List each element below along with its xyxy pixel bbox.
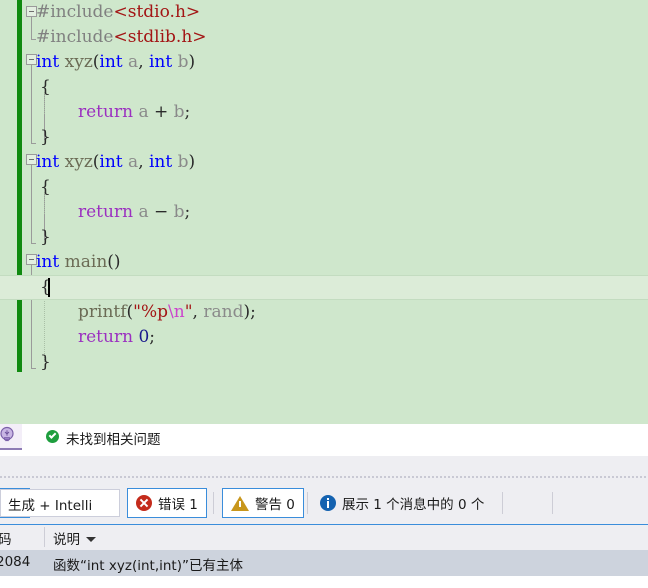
token-keyword-int: int <box>36 52 60 72</box>
token-paren-close: ) <box>188 152 196 172</box>
token-literal-zero: 0 <box>138 327 150 347</box>
token-include-directive: #include <box>36 27 114 47</box>
token-paren-close: ) <box>188 52 196 72</box>
cell-code: 2084 <box>0 554 31 570</box>
intellisense-status-strip: 未找到相关问题 <box>0 424 648 457</box>
column-header-code[interactable]: 码 <box>0 528 12 548</box>
column-divider[interactable] <box>44 527 45 547</box>
warning-triangle-icon <box>231 495 249 511</box>
token-header-stdlib: <stdlib.h> <box>113 27 207 47</box>
token-keyword-int: int <box>36 152 60 172</box>
token-keyword-return: return <box>78 202 134 222</box>
token-comma: , <box>138 152 149 172</box>
code-line[interactable]: return 0; <box>0 325 648 350</box>
code-line[interactable]: } <box>0 350 648 375</box>
intellisense-message: 未找到相关问题 <box>66 432 161 448</box>
token-keyword-int: int <box>149 52 173 72</box>
code-line-current[interactable]: { <box>0 275 648 300</box>
errors-toggle-label: 错误 1 <box>158 497 198 513</box>
token-header-stdio: <stdio.h> <box>113 2 201 22</box>
token-include-directive: #include <box>36 2 114 22</box>
token-format-string: "%p <box>133 302 169 322</box>
token-keyword-int: int <box>99 52 123 72</box>
code-line[interactable]: return a + b; <box>0 100 648 125</box>
toolbar-separator <box>213 492 214 514</box>
token-param-b: b <box>173 102 185 122</box>
token-semicolon: ; <box>184 102 191 122</box>
token-param-b: b <box>177 152 189 172</box>
token-keyword-return: return <box>78 327 134 347</box>
token-brace-close: } <box>40 127 51 147</box>
code-line[interactable]: printf("%p\n", rand); <box>0 300 648 325</box>
table-row[interactable]: 2084 函数“int xyz(int,int)”已有主体 <box>0 550 648 576</box>
code-line[interactable]: int xyz(int a, int b) <box>0 150 648 175</box>
token-semicolon: ; <box>184 202 191 222</box>
token-parens: () <box>107 252 121 272</box>
token-comma: , <box>192 302 204 322</box>
code-text-area[interactable]: #include<stdio.h> #include<stdlib.h> int… <box>0 0 648 424</box>
token-function-xyz: xyz <box>64 52 93 72</box>
code-line[interactable]: return a − b; <box>0 200 648 225</box>
token-param-a: a <box>128 52 139 72</box>
ok-check-icon <box>46 430 59 443</box>
text-caret <box>48 278 50 297</box>
lightbulb-intellisense-icon[interactable] <box>0 424 22 450</box>
token-function-main: main <box>64 252 108 272</box>
code-line[interactable]: #include<stdio.h> <box>0 0 648 25</box>
info-circle-icon <box>320 495 336 511</box>
panel-splitter[interactable] <box>0 476 648 478</box>
messages-toggle-button[interactable]: 展示 1 个消息中的 0 个 <box>313 488 491 518</box>
token-param-a: a <box>128 152 139 172</box>
token-brace-close: } <box>40 352 51 372</box>
token-brace-open: { <box>40 177 51 197</box>
code-line[interactable]: { <box>0 75 648 100</box>
warnings-toggle-label: 警告 0 <box>255 497 295 513</box>
code-line[interactable]: #include<stdlib.h> <box>0 25 648 50</box>
toolbar-separator <box>552 492 553 514</box>
sort-descending-icon[interactable] <box>86 537 96 542</box>
token-function-xyz: xyz <box>64 152 93 172</box>
token-brace-close: } <box>40 227 51 247</box>
errors-toggle-button[interactable]: 错误 1 <box>127 488 207 518</box>
cell-description: 函数“int xyz(int,int)”已有主体 <box>53 558 243 574</box>
toolbar-separator <box>502 492 503 514</box>
token-operator-plus: + <box>148 102 174 122</box>
code-editor[interactable]: #include<stdio.h> #include<stdlib.h> int… <box>0 0 648 424</box>
token-param-a: a <box>138 202 149 222</box>
error-list-column-headers[interactable]: 码 说明 <box>0 524 648 551</box>
code-line[interactable]: } <box>0 125 648 150</box>
column-header-description[interactable]: 说明 <box>53 528 80 548</box>
token-comma: , <box>138 52 149 72</box>
token-identifier-rand: rand <box>203 302 244 322</box>
token-paren-close-semicolon: ); <box>243 302 256 322</box>
token-param-a: a <box>138 102 149 122</box>
build-filter-value: 生成 + Intelli <box>8 498 93 514</box>
error-circle-icon <box>136 495 152 511</box>
build-filter-dropdown[interactable]: 生成 + Intelli <box>0 489 120 517</box>
token-escape-newline: \n <box>168 302 185 322</box>
error-list-empty-area <box>0 576 648 588</box>
code-line[interactable]: int main() <box>0 250 648 275</box>
error-list-toolbar[interactable]: 方案 错误 1 警告 0 展示 1 个消息中的 0 个 生成 + Intelli <box>0 484 648 522</box>
token-keyword-int: int <box>99 152 123 172</box>
token-function-printf: printf <box>78 302 127 322</box>
token-keyword-return: return <box>78 102 134 122</box>
token-keyword-int: int <box>149 152 173 172</box>
token-brace-open: { <box>40 77 51 97</box>
token-param-b: b <box>173 202 185 222</box>
toolbar-separator <box>307 492 308 514</box>
code-line[interactable]: } <box>0 225 648 250</box>
token-operator-minus: − <box>148 202 174 222</box>
token-semicolon: ; <box>149 327 156 347</box>
error-list-panel[interactable]: 方案 错误 1 警告 0 展示 1 个消息中的 0 个 生成 + Intelli <box>0 456 648 588</box>
code-line[interactable]: int xyz(int a, int b) <box>0 50 648 75</box>
token-string-close: " <box>184 302 193 322</box>
token-param-b: b <box>177 52 189 72</box>
warnings-toggle-button[interactable]: 警告 0 <box>222 488 304 518</box>
token-keyword-int: int <box>36 252 60 272</box>
messages-toggle-label: 展示 1 个消息中的 0 个 <box>342 497 485 513</box>
code-line[interactable]: { <box>0 175 648 200</box>
